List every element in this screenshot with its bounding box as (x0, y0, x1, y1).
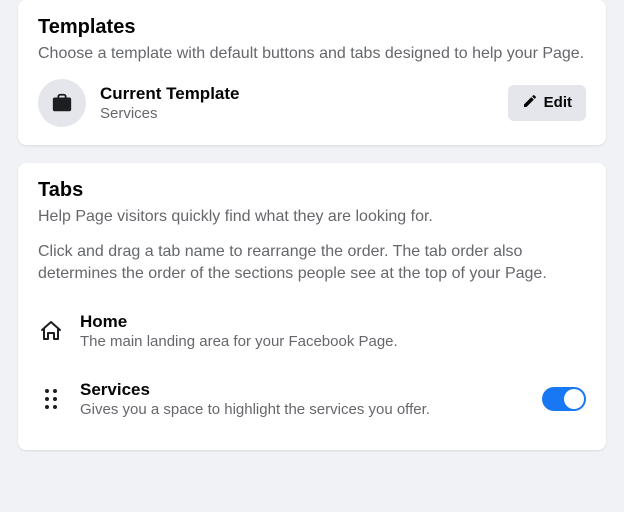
current-template-info: Current Template Services (100, 84, 494, 122)
current-template-row: Current Template Services Edit (38, 79, 586, 127)
tab-home-text: Home The main landing area for your Face… (80, 312, 586, 350)
tab-home-description: The main landing area for your Facebook … (80, 333, 586, 350)
edit-button-label: Edit (544, 94, 572, 111)
toggle-knob (564, 389, 584, 409)
briefcase-icon (38, 79, 86, 127)
home-icon (38, 319, 64, 343)
templates-section: Templates Choose a template with default… (18, 0, 606, 145)
tab-services-toggle[interactable] (542, 387, 586, 411)
tab-home-title: Home (80, 312, 586, 332)
current-template-label: Current Template (100, 84, 494, 104)
tab-services-title: Services (80, 380, 526, 400)
tabs-description-2: Click and drag a tab name to rearrange t… (38, 241, 586, 284)
tab-services-description: Gives you a space to highlight the servi… (80, 401, 526, 418)
current-template-value: Services (100, 105, 494, 122)
drag-handle-icon[interactable] (38, 389, 64, 409)
tabs-section: Tabs Help Page visitors quickly find wha… (18, 163, 606, 451)
tabs-description-1: Help Page visitors quickly find what the… (38, 206, 586, 228)
edit-template-button[interactable]: Edit (508, 85, 586, 121)
templates-title: Templates (38, 16, 586, 39)
pencil-icon (522, 93, 538, 113)
tab-services-text: Services Gives you a space to highlight … (80, 380, 526, 418)
tab-item-services[interactable]: Services Gives you a space to highlight … (38, 364, 586, 432)
tab-item-home: Home The main landing area for your Face… (38, 302, 586, 364)
tabs-title: Tabs (38, 179, 586, 202)
templates-description: Choose a template with default buttons a… (38, 43, 586, 65)
